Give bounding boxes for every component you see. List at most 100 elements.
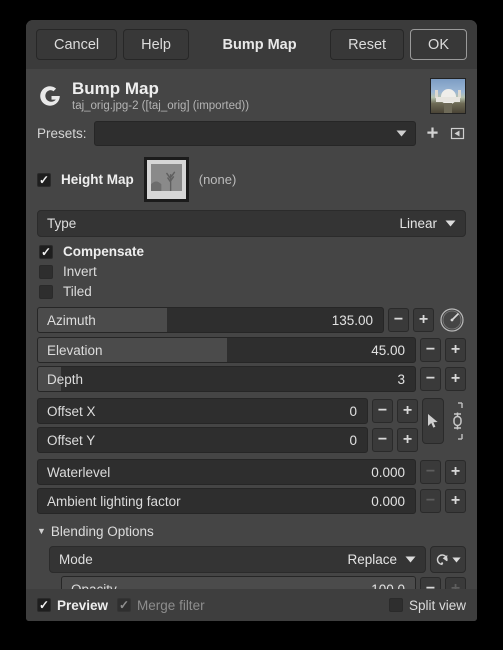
azimuth-slider[interactable]: Azimuth 135.00 xyxy=(37,307,384,333)
presets-combobox[interactable] xyxy=(93,121,416,146)
checkmark-icon: ✓ xyxy=(40,244,52,259)
depth-label: Depth xyxy=(47,371,84,387)
ambient-lighting-factor-slider[interactable]: Ambient lighting factor 0.000 xyxy=(37,488,416,514)
tiled-row[interactable]: Tiled xyxy=(37,282,466,303)
reset-button[interactable]: Reset xyxy=(330,29,405,60)
dialog-footer: ✓ Preview ✓ Merge filter Split view xyxy=(26,589,477,621)
elevation-decrement-button[interactable]: − xyxy=(420,338,441,362)
offset-y-increment-button[interactable]: + xyxy=(397,428,418,452)
presets-label: Presets: xyxy=(37,126,87,141)
image-thumbnail-taj-mahal xyxy=(430,78,466,114)
offset-x-row: Offset X 0 − + xyxy=(37,398,418,424)
preset-menu-button[interactable] xyxy=(448,124,466,144)
type-label: Type xyxy=(47,216,77,231)
chevron-down-icon xyxy=(405,556,416,563)
ambient-lighting-factor-value: 0.000 xyxy=(371,493,405,509)
offset-y-decrement-button[interactable]: − xyxy=(372,428,393,452)
mode-combobox[interactable]: Mode Replace xyxy=(49,546,426,573)
type-combobox[interactable]: Type Linear xyxy=(37,210,466,237)
mode-value: Replace xyxy=(347,552,397,567)
azimuth-dial-button[interactable] xyxy=(438,306,466,334)
blending-options-label: Blending Options xyxy=(50,524,154,539)
ambient-lighting-factor-row: Ambient lighting factor 0.000 − + xyxy=(37,488,466,514)
merge-filter-checkbox: ✓ xyxy=(117,598,132,612)
invert-label: Invert xyxy=(63,264,97,279)
angle-dial-icon xyxy=(440,308,464,332)
filter-info-row: Bump Map taj_orig.jpg-2 ([taj_orig] (imp… xyxy=(37,69,466,121)
split-view-label: Split view xyxy=(408,597,466,613)
offset-chain-button[interactable] xyxy=(448,398,466,444)
opacity-slider[interactable]: Opacity 100.0 xyxy=(61,576,416,589)
waterlevel-label: Waterlevel xyxy=(47,464,111,480)
triangle-down-icon: ▼ xyxy=(37,526,46,536)
invert-checkbox[interactable] xyxy=(39,264,53,279)
split-view-toggle[interactable]: Split view xyxy=(388,597,466,613)
offset-sliders: Offset X 0 − + Offset Y 0 − + xyxy=(37,398,418,453)
chevron-down-icon xyxy=(396,130,407,137)
mode-reset-button[interactable] xyxy=(430,546,466,573)
blending-options-content: Mode Replace Opacity 100.0 − + xyxy=(37,546,466,589)
depth-slider[interactable]: Depth 3 xyxy=(37,366,416,392)
waterlevel-slider[interactable]: Waterlevel 0.000 xyxy=(37,459,416,485)
blending-options-disclosure[interactable]: ▼ Blending Options xyxy=(37,517,466,543)
opacity-value: 100.0 xyxy=(371,581,405,590)
offset-y-row: Offset Y 0 − + xyxy=(37,427,418,453)
azimuth-increment-button[interactable]: + xyxy=(413,308,434,332)
offset-x-value: 0 xyxy=(349,403,357,419)
compensate-label: Compensate xyxy=(63,244,145,259)
dialog-body: Bump Map taj_orig.jpg-2 ([taj_orig] (imp… xyxy=(26,69,477,589)
offset-x-increment-button[interactable]: + xyxy=(397,399,418,423)
waterlevel-value: 0.000 xyxy=(371,464,405,480)
offset-pick-button[interactable] xyxy=(422,398,444,444)
height-map-drawable-button[interactable] xyxy=(143,157,189,202)
type-row: Type Linear xyxy=(37,210,466,237)
ok-button[interactable]: OK xyxy=(410,29,467,60)
height-map-row: ✓ Height Map (none) xyxy=(37,154,466,210)
offset-group: Offset X 0 − + Offset Y 0 − + xyxy=(37,395,466,453)
compensate-row[interactable]: ✓ Compensate xyxy=(37,240,466,259)
opacity-decrement-button[interactable]: − xyxy=(420,577,441,589)
preview-checkbox[interactable]: ✓ xyxy=(37,598,51,612)
add-preset-button[interactable] xyxy=(423,124,441,144)
invert-row[interactable]: Invert xyxy=(37,262,466,279)
offset-y-value: 0 xyxy=(349,432,357,448)
opacity-row: Opacity 100.0 − + xyxy=(49,576,466,589)
chain-link-icon xyxy=(452,402,463,440)
plus-icon xyxy=(426,127,438,138)
ambient-lighting-factor-increment-button[interactable]: + xyxy=(445,489,466,513)
offset-y-slider[interactable]: Offset Y 0 xyxy=(37,427,368,453)
waterlevel-row: Waterlevel 0.000 − + xyxy=(37,456,466,485)
help-button[interactable]: Help xyxy=(123,29,189,60)
depth-decrement-button[interactable]: − xyxy=(420,367,441,391)
chevron-down-icon xyxy=(452,557,461,562)
offset-x-decrement-button[interactable]: − xyxy=(372,399,393,423)
elevation-increment-button[interactable]: + xyxy=(445,338,466,362)
offset-x-slider[interactable]: Offset X 0 xyxy=(37,398,368,424)
waterlevel-decrement-button[interactable]: − xyxy=(420,460,441,484)
depth-row: Depth 3 − + xyxy=(37,366,466,392)
waterlevel-increment-button[interactable]: + xyxy=(445,460,466,484)
depth-increment-button[interactable]: + xyxy=(445,367,466,391)
cancel-button[interactable]: Cancel xyxy=(36,29,118,60)
azimuth-label: Azimuth xyxy=(47,312,96,328)
height-map-drawable-value: (none) xyxy=(198,172,237,187)
pointer-pick-icon xyxy=(428,414,438,428)
tiled-checkbox[interactable] xyxy=(39,284,53,299)
elevation-row: Elevation 45.00 − + xyxy=(37,337,466,363)
opacity-increment-button[interactable]: + xyxy=(445,577,466,589)
preview-label: Preview xyxy=(57,597,109,613)
gimp-wilber-logo-icon xyxy=(37,83,63,109)
azimuth-decrement-button[interactable]: − xyxy=(388,308,409,332)
checkmark-icon: ✓ xyxy=(119,598,130,612)
type-value: Linear xyxy=(399,216,437,231)
elevation-value: 45.00 xyxy=(371,342,405,358)
dialog-title: Bump Map xyxy=(222,36,297,53)
ambient-lighting-factor-decrement-button[interactable]: − xyxy=(420,489,441,513)
split-view-checkbox[interactable] xyxy=(388,598,403,612)
compensate-checkbox[interactable]: ✓ xyxy=(39,244,53,259)
merge-filter-label: Merge filter xyxy=(137,597,205,613)
elevation-slider[interactable]: Elevation 45.00 xyxy=(37,337,416,363)
tiled-label: Tiled xyxy=(63,284,92,299)
preview-toggle[interactable]: ✓ Preview xyxy=(37,598,108,613)
height-map-checkbox[interactable]: ✓ xyxy=(37,172,51,187)
